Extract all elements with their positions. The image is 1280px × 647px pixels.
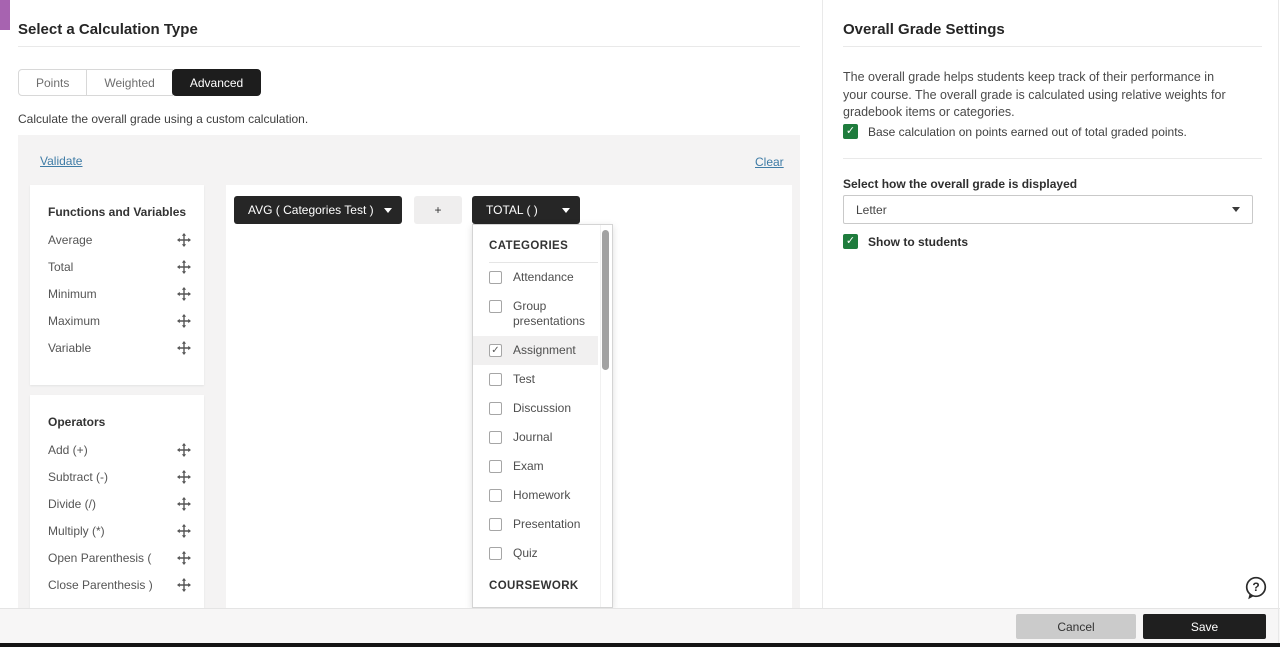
show-to-students-label: Show to students [868,234,968,249]
checkbox-unchecked[interactable]: ✓ [489,300,502,313]
category-option-attendance[interactable]: ✓ Attendance [473,263,598,292]
functions-panel-title: Functions and Variables [48,205,187,219]
checkbox-unchecked[interactable]: ✓ [489,547,502,560]
category-option-test[interactable]: ✓ Test [473,365,598,394]
move-icon[interactable] [177,551,191,565]
category-option-homework[interactable]: ✓ Homework [473,481,598,510]
calculation-description: Calculate the overall grade using a cust… [18,112,309,126]
operator-item-add[interactable]: Add (+) [48,442,191,458]
move-icon[interactable] [177,260,191,274]
base-calculation-label: Base calculation on points earned out of… [868,124,1187,139]
page-title: Select a Calculation Type [18,21,198,38]
tab-points[interactable]: Points [18,69,88,96]
divider [843,158,1262,159]
scrollbar-thumb[interactable] [602,230,609,370]
move-icon[interactable] [177,341,191,355]
checkbox-unchecked[interactable]: ✓ [489,373,502,386]
tab-weighted[interactable]: Weighted [86,69,173,96]
category-option-journal[interactable]: ✓ Journal [473,423,598,452]
checkbox-unchecked[interactable]: ✓ [489,431,502,444]
functions-panel: Functions and Variables Average Total Mi… [30,185,204,385]
function-item-variable[interactable]: Variable [48,340,191,356]
operators-panel: Operators Add (+) Subtract (-) Divide (/… [30,395,204,608]
checkbox-unchecked[interactable]: ✓ [489,460,502,473]
function-item-minimum[interactable]: Minimum [48,286,191,302]
help-icon[interactable]: ? [1243,575,1269,601]
base-calculation-row: ✓ Base calculation on points earned out … [843,124,1187,139]
operator-item-divide[interactable]: Divide (/) [48,496,191,512]
clear-link[interactable]: Clear [755,155,784,169]
move-icon[interactable] [177,233,191,247]
plus-operator-chip[interactable]: + [414,196,462,224]
divider [18,46,800,47]
operator-item-subtract[interactable]: Subtract (-) [48,469,191,485]
checkbox-checked[interactable]: ✓ [843,234,858,249]
total-function-chip[interactable]: TOTAL ( ) [472,196,580,224]
menu-section-categories: CATEGORIES [489,240,569,252]
operator-item-open-paren[interactable]: Open Parenthesis ( [48,550,191,566]
function-item-total[interactable]: Total [48,259,191,275]
move-icon[interactable] [177,524,191,538]
svg-text:?: ? [1252,580,1259,594]
category-option-exam[interactable]: ✓ Exam [473,452,598,481]
category-option-assignment[interactable]: ✓ Assignment [473,336,598,365]
calculation-canvas: Validate Clear Functions and Variables A… [18,135,800,608]
move-icon[interactable] [177,314,191,328]
panel-edge [1278,0,1279,643]
category-option-quiz[interactable]: ✓ Quiz [473,539,598,568]
avg-function-chip[interactable]: AVG ( Categories Test ) [234,196,402,224]
panel-divider [822,0,823,608]
move-icon[interactable] [177,497,191,511]
validate-link[interactable]: Validate [40,154,82,168]
move-icon[interactable] [177,578,191,592]
operator-item-multiply[interactable]: Multiply (*) [48,523,191,539]
category-option-group-presentations[interactable]: ✓ Group presentations [473,292,598,336]
window-edge [0,643,1280,647]
menu-section-coursework: COURSEWORK [489,580,579,592]
category-option-discussion[interactable]: ✓ Discussion [473,394,598,423]
chevron-down-icon [562,207,570,213]
checkbox-checked[interactable]: ✓ [489,344,502,357]
checkbox-unchecked[interactable]: ✓ [489,518,502,531]
function-item-maximum[interactable]: Maximum [48,313,191,329]
function-item-average[interactable]: Average [48,232,191,248]
move-icon[interactable] [177,287,191,301]
checkbox-checked[interactable]: ✓ [843,124,858,139]
operator-item-close-paren[interactable]: Close Parenthesis ) [48,577,191,593]
checkbox-unchecked[interactable]: ✓ [489,402,502,415]
move-icon[interactable] [177,470,191,484]
display-mode-label: Select how the overall grade is displaye… [843,177,1078,191]
accent-bar [0,0,10,30]
category-dropdown-menu: CATEGORIES ✓ Attendance ✓ Group presenta… [472,224,613,608]
operators-panel-title: Operators [48,415,106,429]
move-icon[interactable] [177,443,191,457]
chevron-down-icon [384,207,392,213]
save-button[interactable]: Save [1143,614,1266,639]
chevron-down-icon [1232,207,1240,212]
show-to-students-row: ✓ Show to students [843,234,968,249]
gradebook-calculation-dialog: Select a Calculation Type Points Weighte… [0,0,1280,647]
selected-value: Letter [856,202,887,217]
overall-grade-settings-title: Overall Grade Settings [843,21,1005,38]
checkbox-unchecked[interactable]: ✓ [489,489,502,502]
overall-grade-description: The overall grade helps students keep tr… [843,70,1226,119]
grade-display-select[interactable]: Letter [843,195,1253,224]
divider [843,46,1262,47]
checkbox-unchecked[interactable]: ✓ [489,271,502,284]
tab-advanced[interactable]: Advanced [171,69,262,96]
category-option-presentation[interactable]: ✓ Presentation [473,510,598,539]
cancel-button[interactable]: Cancel [1016,614,1136,639]
calculation-type-tabs: Points Weighted Advanced [18,69,262,96]
